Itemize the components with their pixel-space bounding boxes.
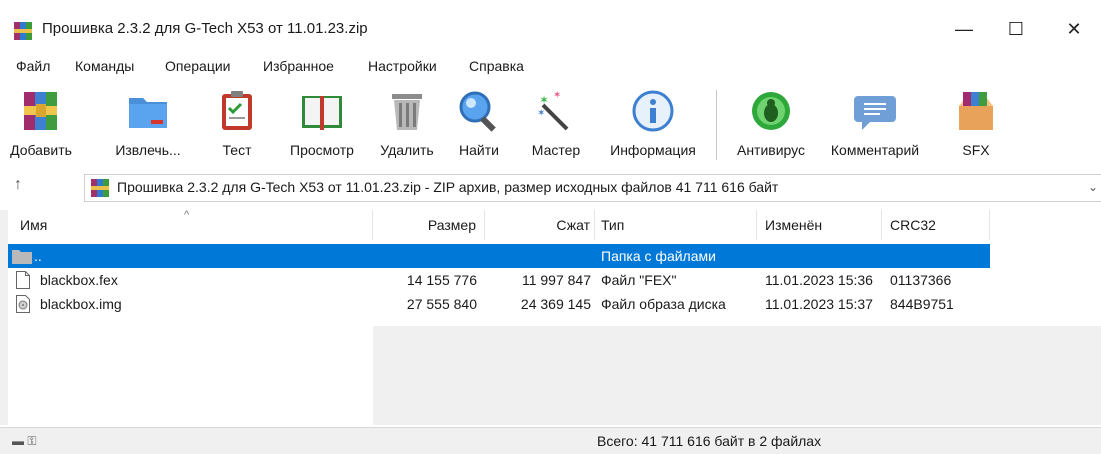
- address-bar: ↑ Прошивка 2.3.2 для G-Tech X53 от 11.01…: [0, 172, 1101, 202]
- column-header-name[interactable]: Имя ^: [8, 209, 373, 240]
- column-header-size[interactable]: Размер: [373, 210, 485, 240]
- address-field[interactable]: Прошивка 2.3.2 для G-Tech X53 от 11.01.2…: [84, 174, 1101, 202]
- svg-text:✶: ✶: [537, 108, 545, 119]
- comment-label: Комментарий: [830, 142, 920, 158]
- menu-operations[interactable]: Операции: [165, 58, 231, 74]
- folder-icon: [12, 250, 32, 264]
- row-modified: 11.01.2023 15:36: [765, 272, 873, 288]
- column-header-modified[interactable]: Изменён: [757, 210, 882, 240]
- menu-bar: Файл Команды Операции Избранное Настройк…: [0, 58, 1101, 82]
- row-crc: 01137366: [890, 272, 952, 288]
- file-icon: [16, 271, 30, 289]
- info-label: Информация: [610, 142, 696, 158]
- sort-up-icon: ^: [184, 209, 190, 221]
- row-type: Папка с файлами: [601, 248, 716, 264]
- drive-key-icon[interactable]: ▬ ⚿: [12, 434, 36, 449]
- row-modified: 11.01.2023 15:37: [765, 296, 873, 312]
- extract-label: Извлечь...: [115, 142, 181, 158]
- title-bar: Прошивка 2.3.2 для G-Tech X53 от 11.01.2…: [0, 0, 1101, 56]
- row-packed: 24 369 145: [520, 296, 591, 312]
- table-row[interactable]: .. Папка с файлами: [8, 244, 990, 268]
- column-header-packed[interactable]: Сжат: [485, 210, 595, 240]
- table-row[interactable]: blackbox.img 27 555 840 24 369 145 Файл …: [8, 292, 1101, 316]
- row-size: 14 155 776: [406, 272, 477, 288]
- sfx-box-icon: [959, 92, 993, 130]
- sfx-label: SFX: [962, 142, 990, 158]
- find-button[interactable]: Найти: [450, 84, 508, 166]
- row-name: blackbox.fex: [40, 272, 118, 288]
- row-type: Файл "FEX": [601, 272, 677, 288]
- list-empty-area: [373, 326, 1101, 425]
- delete-trash-icon: [392, 94, 422, 130]
- add-label: Добавить: [10, 142, 72, 158]
- find-magnifier-icon: [459, 91, 496, 132]
- antivirus-bug-icon: [752, 92, 790, 130]
- chevron-down-icon[interactable]: ⌄: [1088, 180, 1098, 194]
- status-bar: ▬ ⚿ Всего: 41 711 616 байт в 2 файлах: [0, 427, 1101, 454]
- window-title: Прошивка 2.3.2 для G-Tech X53 от 11.01.2…: [42, 20, 368, 37]
- winrar-icon: [14, 22, 32, 40]
- file-list[interactable]: Имя ^ Размер Сжат Тип Изменён CRC32 .. П…: [8, 209, 1101, 425]
- row-name: ..: [34, 248, 42, 264]
- view-button[interactable]: Просмотр: [282, 84, 362, 166]
- column-header-type[interactable]: Тип: [595, 210, 757, 240]
- comment-icon: [854, 96, 896, 130]
- info-button[interactable]: Информация: [598, 84, 708, 166]
- delete-button[interactable]: Удалить: [372, 84, 442, 166]
- wizard-button[interactable]: ✶ ✶ ✶ Мастер: [524, 84, 588, 166]
- menu-file[interactable]: Файл: [16, 58, 50, 74]
- address-text: Прошивка 2.3.2 для G-Tech X53 от 11.01.2…: [117, 179, 779, 195]
- info-icon: [632, 90, 674, 132]
- status-text: Всего: 41 711 616 байт в 2 файлах: [597, 433, 822, 449]
- test-label: Тест: [222, 142, 252, 158]
- svg-text:✶: ✶: [539, 93, 549, 107]
- delete-label: Удалить: [380, 142, 434, 158]
- row-name: blackbox.img: [40, 296, 122, 312]
- menu-settings[interactable]: Настройки: [368, 58, 437, 74]
- find-label: Найти: [459, 142, 499, 158]
- maximize-button[interactable]: ☐: [996, 14, 1036, 44]
- sfx-button[interactable]: SFX: [946, 84, 1006, 166]
- extract-folder-icon: [129, 98, 167, 128]
- row-crc: 844B9751: [890, 296, 954, 312]
- toolbar-separator: [716, 90, 717, 160]
- column-header-crc[interactable]: CRC32: [882, 210, 990, 240]
- test-clipboard-icon: [222, 91, 252, 130]
- antivirus-button[interactable]: Антивирус: [728, 84, 814, 166]
- toolbar: Добавить Извлечь... Тест Просмотр Удалит…: [0, 84, 1101, 168]
- add-archive-icon: [24, 92, 57, 130]
- table-row[interactable]: blackbox.fex 14 155 776 11 997 847 Файл …: [8, 268, 1101, 292]
- disk-image-icon: [16, 295, 30, 313]
- extract-button[interactable]: Извлечь...: [115, 84, 181, 166]
- test-button[interactable]: Тест: [212, 84, 262, 166]
- menu-favorites[interactable]: Избранное: [263, 58, 334, 74]
- antivirus-label: Антивирус: [736, 142, 806, 158]
- add-button[interactable]: Добавить: [4, 84, 78, 166]
- menu-commands[interactable]: Команды: [75, 58, 134, 74]
- wizard-wand-icon: ✶ ✶ ✶: [537, 90, 569, 131]
- svg-text:✶: ✶: [553, 90, 561, 101]
- left-gutter: [0, 210, 8, 425]
- row-packed: 11 997 847: [521, 272, 591, 288]
- minimize-button[interactable]: —: [944, 14, 984, 44]
- archive-icon: [91, 179, 109, 197]
- row-size: 27 555 840: [406, 296, 477, 312]
- row-type: Файл образа диска: [601, 296, 726, 312]
- view-label: Просмотр: [290, 142, 354, 158]
- comment-button[interactable]: Комментарий: [820, 84, 930, 166]
- up-arrow-icon[interactable]: ↑: [14, 176, 22, 194]
- menu-help[interactable]: Справка: [469, 58, 524, 74]
- view-book-icon: [302, 96, 342, 130]
- wizard-label: Мастер: [531, 142, 581, 158]
- close-button[interactable]: ✕: [1054, 14, 1094, 44]
